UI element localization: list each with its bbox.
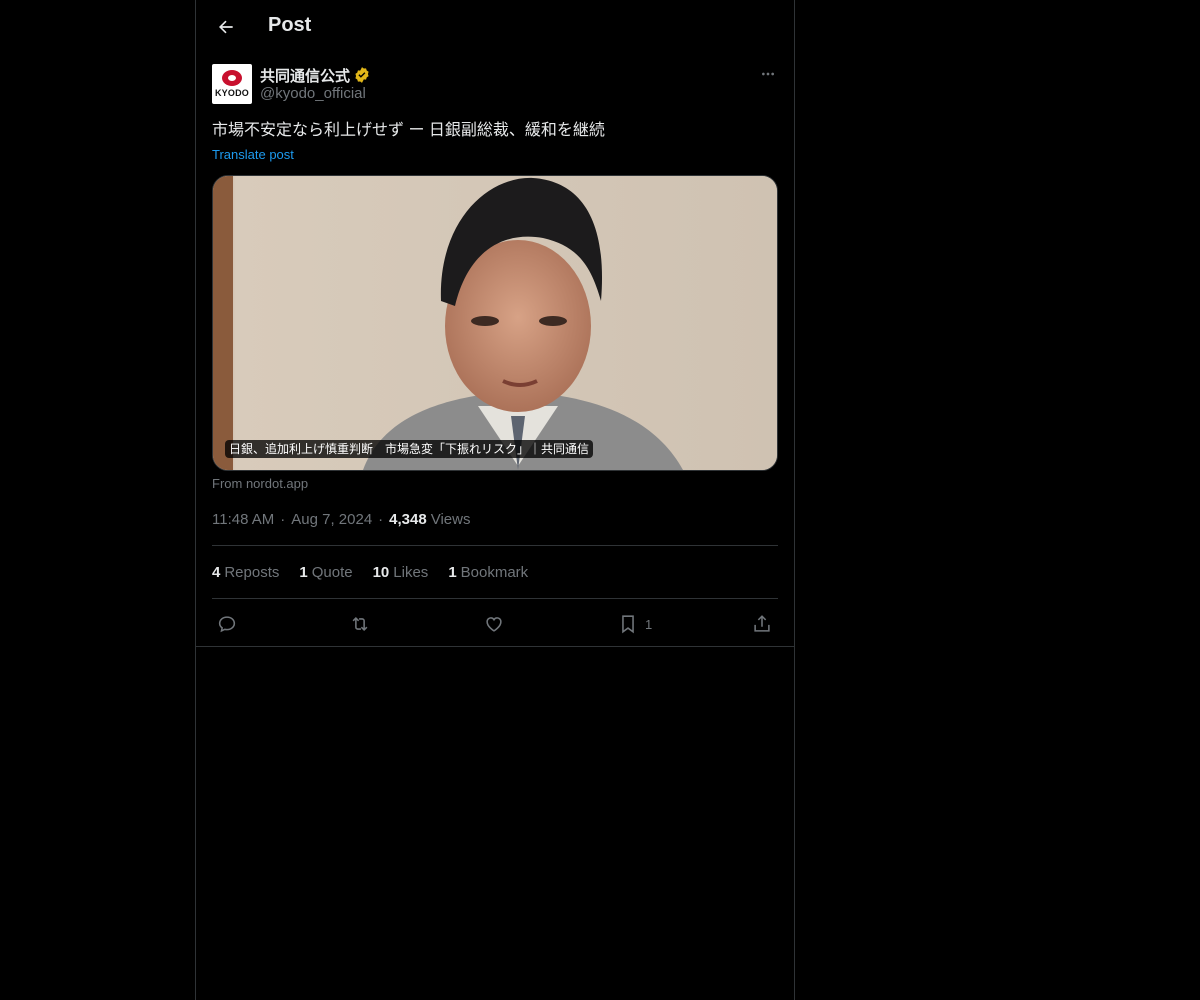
meta-separator: · [378,511,384,528]
reply-button[interactable] [216,611,238,637]
likes-stat[interactable]: 10 Likes [373,564,429,581]
meta-separator: · [280,511,286,528]
like-button[interactable] [483,611,505,637]
news-photo [213,176,777,470]
avatar-logo-text: KYODO [214,88,249,98]
page-title: Post [268,14,312,36]
repost-icon [352,616,368,632]
views-label: Views [430,511,471,528]
action-bar: 1 [212,611,778,637]
divider [212,545,778,546]
more-options-button[interactable] [758,64,778,84]
author-name-row[interactable]: 共同通信公式 [260,65,371,85]
back-button[interactable] [208,9,244,45]
post-text: 市場不安定なら利上げせず ー 日銀副総裁、緩和を継続 [212,122,605,139]
divider [196,646,794,647]
share-button[interactable] [751,611,773,637]
author-block: 共同通信公式 @kyodo_official [260,65,371,102]
post-meta: 11:48 AM · Aug 7, 2024 · 4,348 Views [212,511,470,528]
bookmark-button[interactable]: 1 [617,611,652,637]
verified-badge-icon [355,67,369,83]
main-column: Post KYODO 共同通信公式 @kyodo_official 市場不安定な… [195,0,795,1000]
link-card-title: 日銀、追加利上げ慎重判断 市場急変「下振れリスク」｜共同通信 [225,440,594,458]
bookmarks-stat[interactable]: 1 Bookmark [448,564,528,581]
reply-icon [218,616,236,633]
bookmark-icon [622,615,634,634]
repost-button[interactable] [349,611,371,637]
arrow-left-icon [219,20,233,34]
top-bar: Post [196,0,794,54]
post-date[interactable]: Aug 7, 2024 [291,511,372,528]
author-display-name[interactable]: 共同通信公式 [260,65,350,86]
divider [212,598,778,599]
author-handle[interactable]: @kyodo_official [260,85,371,102]
avatar[interactable]: KYODO [212,64,252,104]
share-icon [754,615,770,632]
more-dots-icon [762,72,774,76]
heart-icon [486,617,502,632]
quotes-stat[interactable]: 1 Quote [299,564,352,581]
bookmark-count: 1 [645,616,653,632]
views-count: 4,348 [389,511,427,528]
kyodo-logo-icon [222,70,242,86]
post-time[interactable]: 11:48 AM [212,511,274,528]
translate-post-link[interactable]: Translate post [212,147,294,162]
reposts-stat[interactable]: 4 Reposts [212,564,279,581]
link-card-source[interactable]: From nordot.app [212,476,308,491]
engagement-stats: 4 Reposts 1 Quote 10 Likes 1 Bookmark [212,564,528,581]
link-card[interactable]: 日銀、追加利上げ慎重判断 市場急変「下振れリスク」｜共同通信 [212,175,778,471]
